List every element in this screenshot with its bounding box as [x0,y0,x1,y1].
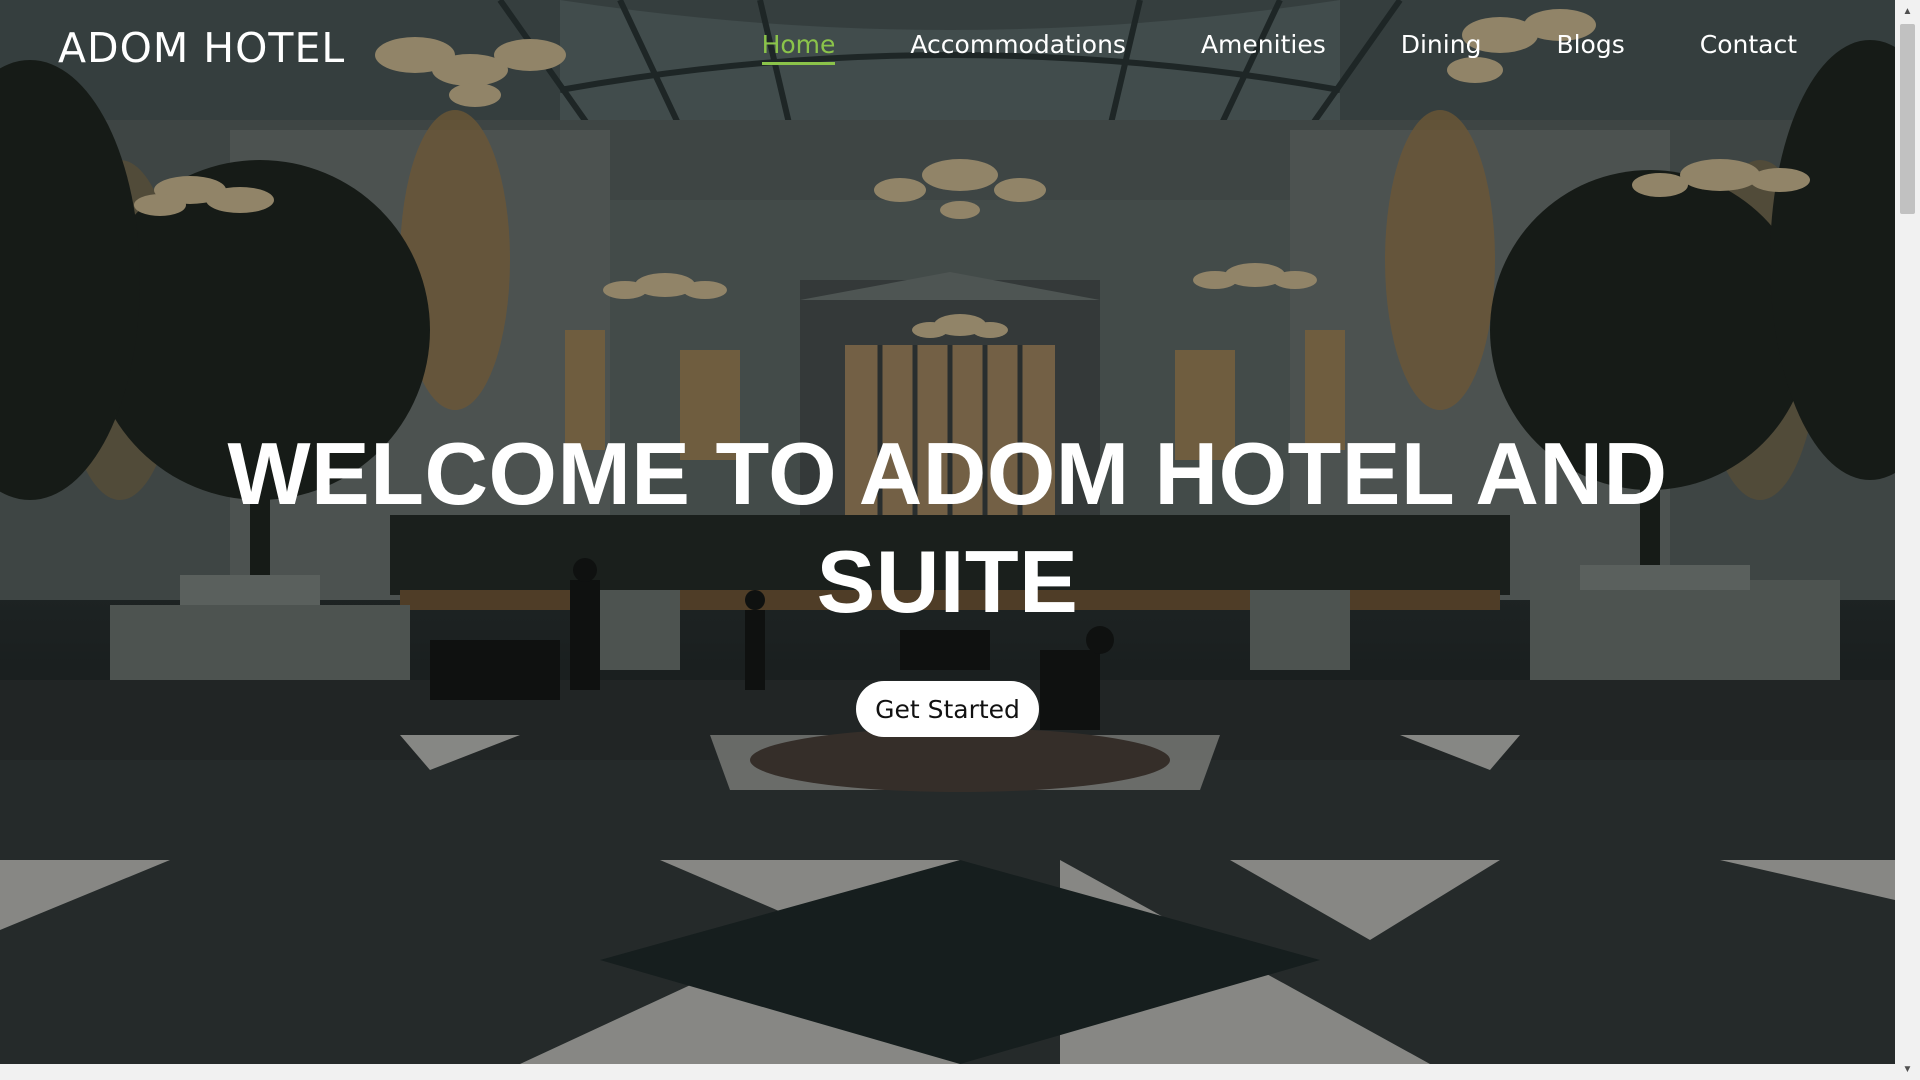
site-header: ADOM HOTEL Home Accommodations Amenities… [0,0,1895,95]
hero-headline-line1: WELCOME TO ADOM HOTEL AND [227,424,1668,523]
nav-item-home[interactable]: Home [761,30,835,65]
nav-item-dining[interactable]: Dining [1401,30,1482,65]
main-nav: Home Accommodations Amenities Dining Blo… [687,30,1797,65]
arrow-up-icon[interactable]: ▲ [1895,0,1920,22]
hero-headline: WELCOME TO ADOM HOTEL AND SUITE [200,420,1695,636]
scrollbar-thumb[interactable] [1900,24,1915,214]
page-bottom-strip [0,1064,1895,1080]
hero-headline-line2: SUITE [816,532,1079,631]
nav-item-amenities[interactable]: Amenities [1201,30,1326,65]
vertical-scrollbar[interactable]: ▲ ▼ [1895,0,1920,1080]
nav-item-accommodations[interactable]: Accommodations [910,30,1126,65]
arrow-down-icon[interactable]: ▼ [1895,1058,1920,1080]
get-started-button[interactable]: Get Started [856,681,1039,737]
site-logo[interactable]: ADOM HOTEL [58,24,345,72]
nav-item-contact[interactable]: Contact [1700,30,1797,65]
nav-item-blogs[interactable]: Blogs [1556,30,1624,65]
